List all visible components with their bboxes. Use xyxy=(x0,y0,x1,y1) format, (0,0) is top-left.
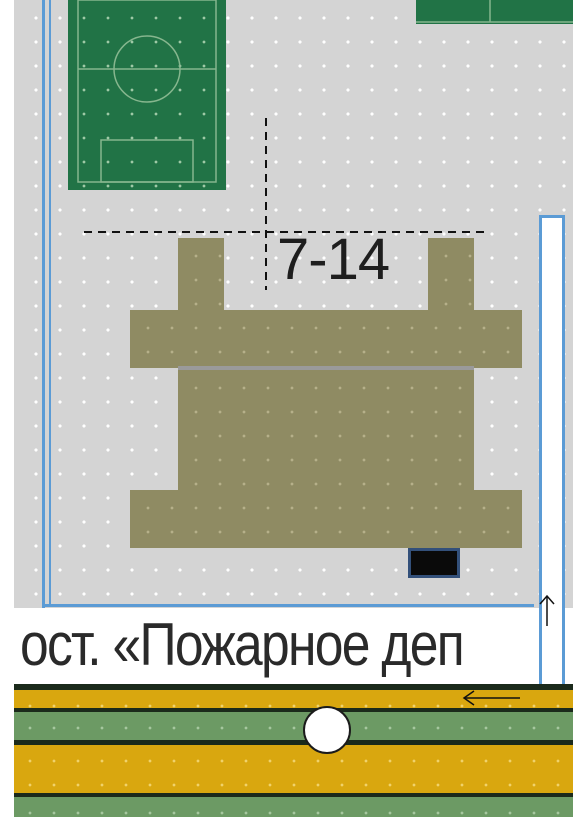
building-label: 7-14 xyxy=(277,227,390,292)
bus-stop-marker[interactable] xyxy=(303,706,351,754)
arrow-up-icon xyxy=(539,594,555,626)
road-lane-yellow xyxy=(14,745,573,793)
transformer-box xyxy=(408,548,460,578)
field-markings-icon xyxy=(416,0,573,23)
boundary-line-bottom xyxy=(42,604,534,607)
bus-stop-name: ост. «Пожарное деп xyxy=(20,608,496,686)
road-lane-green-bottom xyxy=(14,797,573,817)
road-lane-green xyxy=(14,712,573,742)
arrow-left-icon xyxy=(462,690,520,706)
building-bottom-bar xyxy=(130,490,522,548)
football-field-top-right xyxy=(416,0,573,24)
